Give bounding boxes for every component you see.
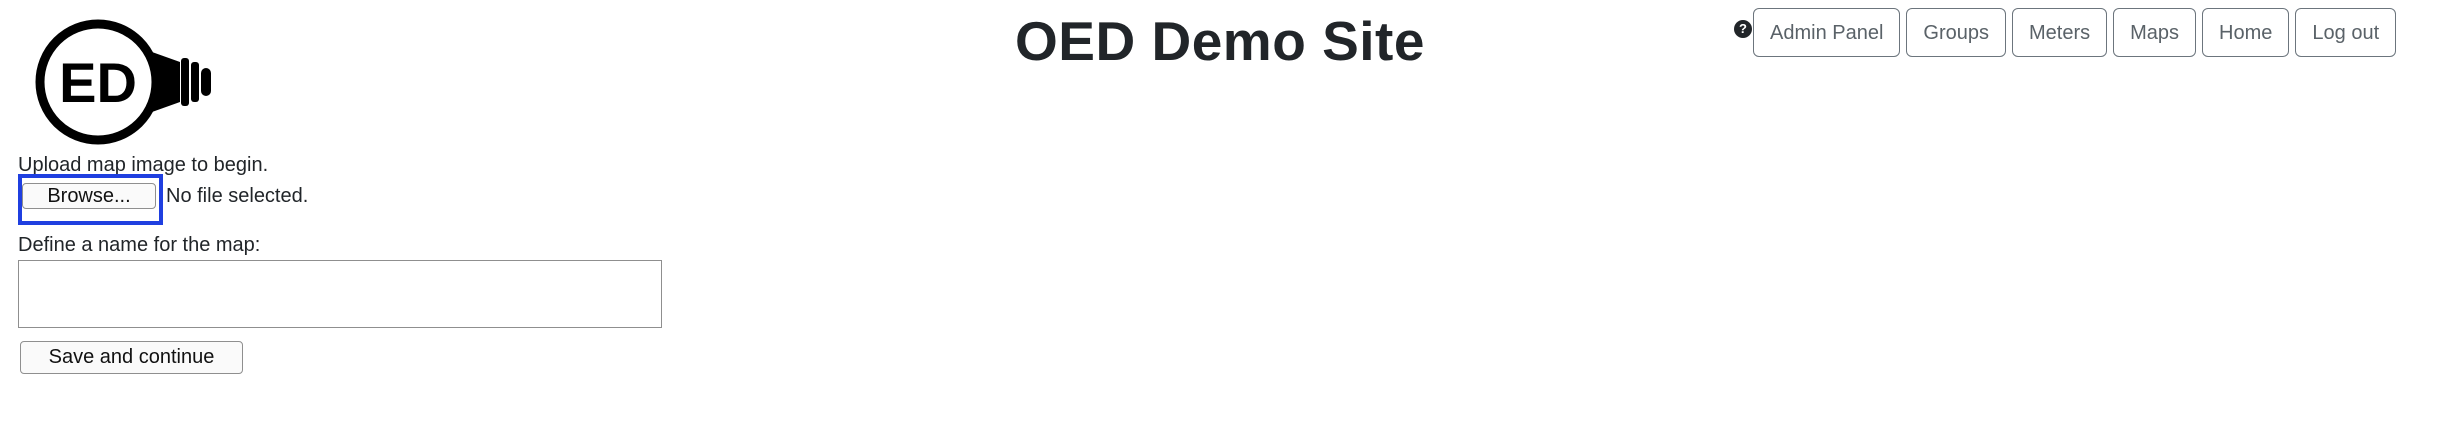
meters-button[interactable]: Meters [2012, 8, 2108, 57]
map-name-label: Define a name for the map: [18, 234, 261, 256]
page: ED OED Demo Site ? Admin Panel Groups Me… [0, 0, 2440, 432]
file-input: Browse... No file selected. [18, 176, 308, 209]
file-status: No file selected. [166, 185, 309, 207]
maps-button[interactable]: Maps [2113, 8, 2197, 57]
map-name-textarea[interactable] [18, 260, 662, 328]
home-button[interactable]: Home [2202, 8, 2290, 57]
help-icon[interactable]: ? [1734, 20, 1752, 38]
groups-button[interactable]: Groups [1906, 8, 2006, 57]
admin-panel-button[interactable]: Admin Panel [1753, 8, 1901, 57]
logout-button[interactable]: Log out [2295, 8, 2397, 57]
save-and-continue-button[interactable]: Save and continue [20, 341, 243, 374]
upload-prompt: Upload map image to begin. [18, 154, 269, 176]
browse-button[interactable]: Browse... [22, 183, 156, 209]
top-nav: Admin Panel Groups Meters Maps Home Log … [1753, 8, 2397, 57]
